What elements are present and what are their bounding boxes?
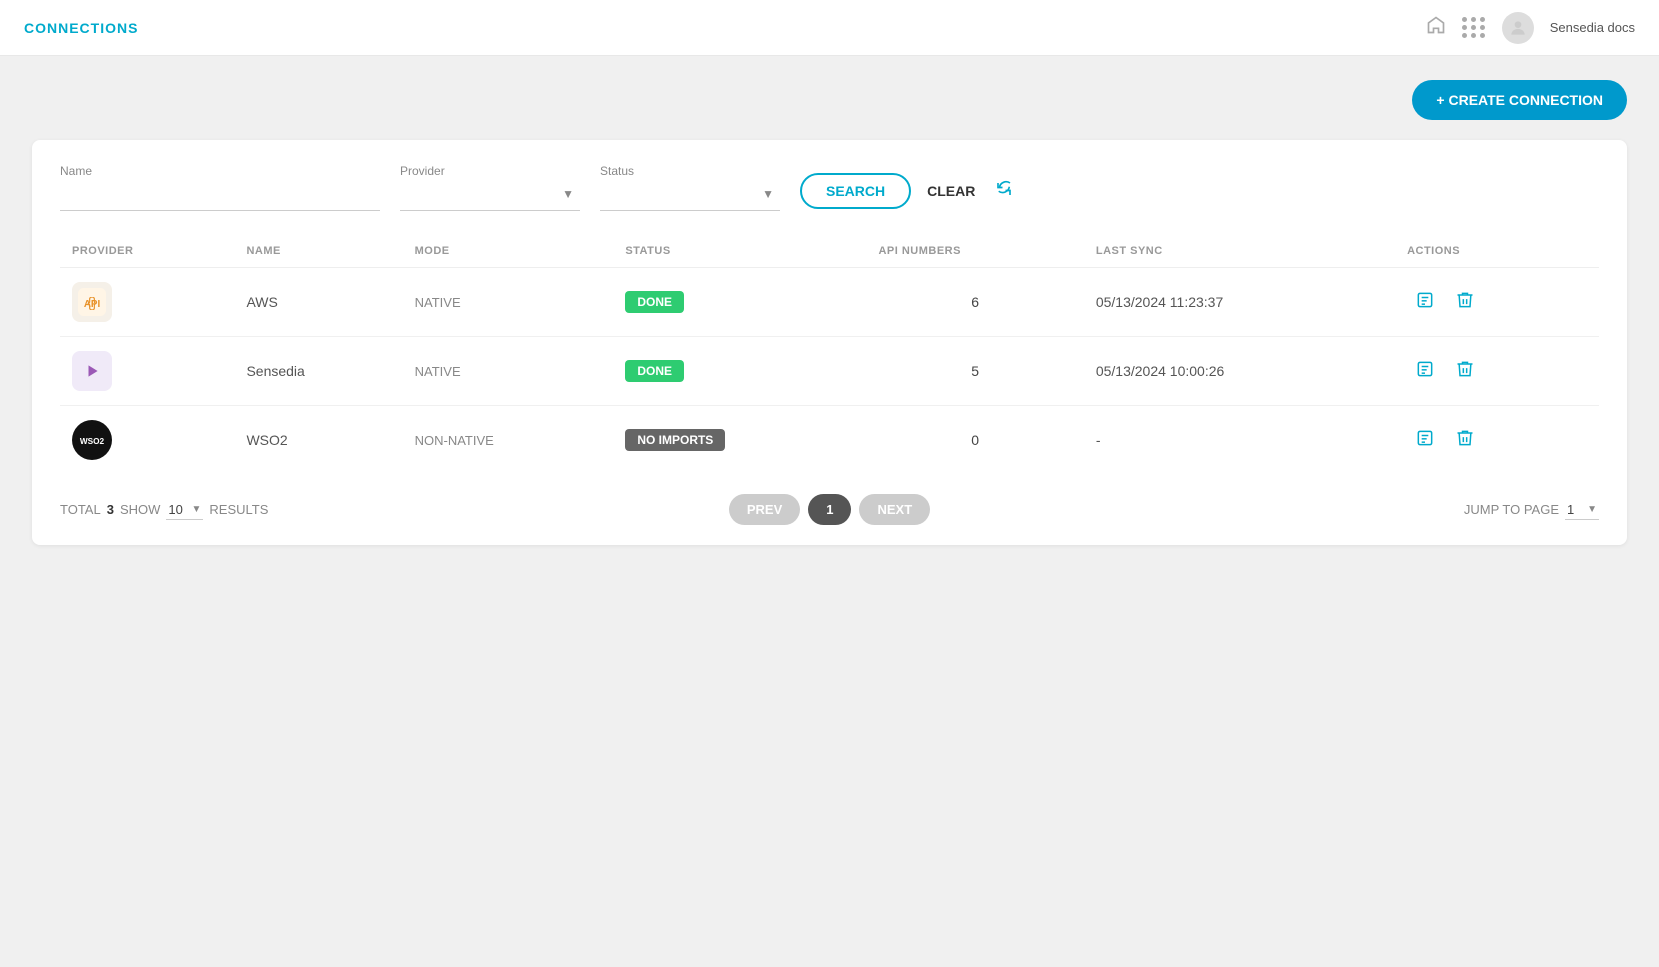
delete-action-button[interactable] bbox=[1447, 424, 1483, 457]
connections-table-wrap: PROVIDER NAME MODE STATUS API NUMBERS LA… bbox=[60, 235, 1599, 474]
cell-mode: NATIVE bbox=[403, 337, 614, 406]
jump-label: JUMP TO PAGE bbox=[1464, 502, 1559, 517]
show-select-wrap: 10 25 50 ▼ bbox=[166, 500, 203, 520]
view-action-button[interactable] bbox=[1407, 355, 1443, 388]
table-header: PROVIDER NAME MODE STATUS API NUMBERS LA… bbox=[60, 235, 1599, 268]
clear-button[interactable]: CLEAR bbox=[923, 175, 979, 207]
col-actions: ACTIONS bbox=[1395, 235, 1599, 268]
col-name: NAME bbox=[234, 235, 402, 268]
sensedia-provider-icon bbox=[72, 351, 112, 391]
app-title: CONNECTIONS bbox=[24, 20, 138, 36]
cell-api-numbers: 6 bbox=[866, 268, 1083, 337]
filter-card: Name Provider AWS Sensedia WSO2 ▼ Status bbox=[32, 140, 1627, 545]
table-row: WSO2 WSO2 NON-NATIVE NO IMPORTS 0 - bbox=[60, 406, 1599, 475]
refresh-button[interactable] bbox=[991, 176, 1017, 207]
search-button[interactable]: SEARCH bbox=[800, 173, 911, 209]
wso2-provider-icon: WSO2 bbox=[72, 420, 112, 460]
cell-status: DONE bbox=[613, 268, 866, 337]
view-action-button[interactable] bbox=[1407, 286, 1443, 319]
svg-text:API: API bbox=[84, 299, 101, 310]
cell-provider: WSO2 bbox=[60, 406, 234, 475]
provider-filter-label: Provider bbox=[400, 164, 580, 178]
cell-mode: NATIVE bbox=[403, 268, 614, 337]
grid-icon[interactable] bbox=[1462, 17, 1486, 38]
avatar[interactable] bbox=[1502, 12, 1534, 44]
cell-provider: {} API bbox=[60, 268, 234, 337]
delete-action-button[interactable] bbox=[1447, 286, 1483, 319]
table-row: Sensedia NATIVE DONE 5 05/13/2024 10:00:… bbox=[60, 337, 1599, 406]
pagination-row: TOTAL 3 SHOW 10 25 50 ▼ RESULTS PREV 1 N… bbox=[60, 494, 1599, 525]
create-btn-row: + CREATE CONNECTION bbox=[32, 80, 1627, 120]
svg-text:WSO2: WSO2 bbox=[80, 437, 105, 446]
show-label: SHOW bbox=[120, 502, 160, 517]
cell-mode: NON-NATIVE bbox=[403, 406, 614, 475]
total-info: TOTAL 3 SHOW 10 25 50 ▼ RESULTS bbox=[60, 500, 268, 520]
name-filter-label: Name bbox=[60, 164, 380, 178]
cell-name: Sensedia bbox=[234, 337, 402, 406]
table-body: {} API AWS NATIVE DONE 6 05/13/2024 11:2… bbox=[60, 268, 1599, 475]
prev-page-button[interactable]: PREV bbox=[729, 494, 800, 525]
status-filter-label: Status bbox=[600, 164, 780, 178]
col-mode: MODE bbox=[403, 235, 614, 268]
top-nav: CONNECTIONS Sensedia docs bbox=[0, 0, 1659, 56]
filter-actions: SEARCH CLEAR bbox=[800, 173, 1017, 211]
cell-name: WSO2 bbox=[234, 406, 402, 475]
col-last-sync: LAST SYNC bbox=[1084, 235, 1395, 268]
cell-status: DONE bbox=[613, 337, 866, 406]
cell-name: AWS bbox=[234, 268, 402, 337]
docs-link[interactable]: Sensedia docs bbox=[1550, 20, 1635, 35]
table-header-row: PROVIDER NAME MODE STATUS API NUMBERS LA… bbox=[60, 235, 1599, 268]
status-badge: NO IMPORTS bbox=[625, 429, 725, 451]
filter-row: Name Provider AWS Sensedia WSO2 ▼ Status bbox=[60, 164, 1599, 211]
total-label: TOTAL bbox=[60, 502, 101, 517]
name-filter-field: Name bbox=[60, 164, 380, 211]
next-page-button[interactable]: NEXT bbox=[859, 494, 930, 525]
cell-provider bbox=[60, 337, 234, 406]
jump-select-wrap: 1 ▼ bbox=[1565, 500, 1599, 520]
cell-actions bbox=[1395, 406, 1599, 475]
cell-last-sync: 05/13/2024 11:23:37 bbox=[1084, 268, 1395, 337]
status-badge: DONE bbox=[625, 291, 684, 313]
delete-action-button[interactable] bbox=[1447, 355, 1483, 388]
main-content: + CREATE CONNECTION Name Provider AWS Se… bbox=[0, 56, 1659, 569]
col-status: STATUS bbox=[613, 235, 866, 268]
status-filter-field: Status DONE NO IMPORTS ▼ bbox=[600, 164, 780, 211]
jump-to-page: JUMP TO PAGE 1 ▼ bbox=[1464, 500, 1599, 520]
cell-api-numbers: 0 bbox=[866, 406, 1083, 475]
total-count: 3 bbox=[107, 502, 114, 517]
cell-api-numbers: 5 bbox=[866, 337, 1083, 406]
name-filter-input[interactable] bbox=[60, 182, 380, 211]
connections-table: PROVIDER NAME MODE STATUS API NUMBERS LA… bbox=[60, 235, 1599, 474]
col-provider: PROVIDER bbox=[60, 235, 234, 268]
view-action-button[interactable] bbox=[1407, 424, 1443, 457]
status-badge: DONE bbox=[625, 360, 684, 382]
home-icon[interactable] bbox=[1426, 15, 1446, 40]
col-api-numbers: API NUMBERS bbox=[866, 235, 1083, 268]
cell-actions bbox=[1395, 268, 1599, 337]
aws-provider-icon: {} API bbox=[72, 282, 112, 322]
table-row: {} API AWS NATIVE DONE 6 05/13/2024 11:2… bbox=[60, 268, 1599, 337]
create-connection-button[interactable]: + CREATE CONNECTION bbox=[1412, 80, 1627, 120]
provider-filter-select[interactable]: AWS Sensedia WSO2 bbox=[400, 182, 580, 211]
cell-actions bbox=[1395, 337, 1599, 406]
show-select[interactable]: 10 25 50 bbox=[166, 500, 203, 520]
status-filter-select[interactable]: DONE NO IMPORTS bbox=[600, 182, 780, 211]
jump-select[interactable]: 1 bbox=[1565, 500, 1599, 520]
cell-last-sync: - bbox=[1084, 406, 1395, 475]
cell-status: NO IMPORTS bbox=[613, 406, 866, 475]
page-1-button[interactable]: 1 bbox=[808, 494, 851, 525]
results-label: RESULTS bbox=[209, 502, 268, 517]
cell-last-sync: 05/13/2024 10:00:26 bbox=[1084, 337, 1395, 406]
provider-filter-field: Provider AWS Sensedia WSO2 ▼ bbox=[400, 164, 580, 211]
nav-right: Sensedia docs bbox=[1426, 12, 1635, 44]
